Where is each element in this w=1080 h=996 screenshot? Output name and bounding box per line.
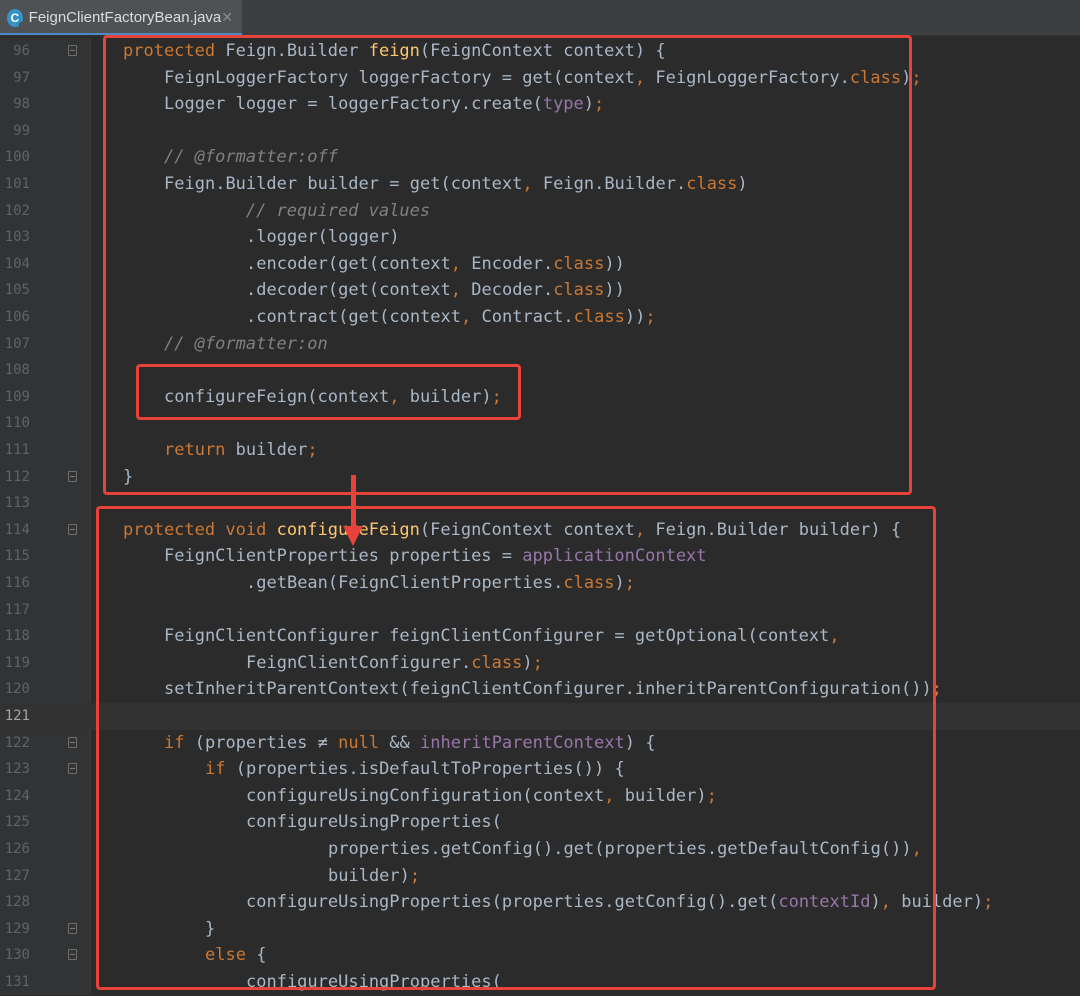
java-class-icon: C	[7, 8, 26, 29]
line-number: 131	[4, 974, 30, 990]
line-number: 101	[4, 176, 30, 192]
line-number: 108	[4, 362, 30, 379]
feign-method-highlight	[103, 35, 912, 495]
line-number: 104	[4, 255, 30, 272]
fold-marker-icon[interactable]	[68, 45, 77, 56]
line-number: 106	[4, 309, 30, 325]
configure-feign-call-highlight	[136, 364, 521, 420]
line-number: 97	[13, 69, 30, 86]
close-icon[interactable]: ✕	[221, 9, 233, 26]
arrow-head	[343, 526, 363, 546]
fold-marker-icon[interactable]	[68, 763, 77, 775]
line-number: 103	[4, 229, 30, 246]
editor-tab[interactable]: C FeignClientFactoryBean.java ✕	[0, 0, 242, 35]
line-number: 113	[4, 495, 30, 512]
line-number: 129	[4, 920, 30, 937]
fold-marker-icon[interactable]	[68, 949, 77, 961]
line-number: 130	[4, 947, 30, 964]
fold-marker-icon[interactable]	[68, 523, 77, 535]
line-number: 109	[4, 388, 30, 405]
line-number: 118	[4, 628, 30, 645]
line-number: 126	[4, 841, 30, 857]
line-number: 125	[4, 814, 30, 831]
line-number: 128	[4, 894, 30, 911]
line-number: 99	[13, 122, 30, 139]
configure-feign-method-highlight	[96, 506, 936, 990]
call-to-definition-arrow	[351, 475, 356, 530]
line-number: 122	[4, 734, 30, 751]
line-number: 124	[4, 787, 30, 804]
fold-marker-icon[interactable]	[68, 922, 77, 934]
fold-marker-icon[interactable]	[68, 736, 77, 748]
line-number: 117	[4, 601, 30, 618]
line-number: 98	[13, 96, 30, 113]
line-number: 119	[4, 654, 30, 671]
line-number: 111	[4, 442, 30, 458]
line-number: 112	[4, 468, 30, 485]
line-number: 114	[4, 521, 30, 538]
line-number: 107	[4, 335, 30, 352]
line-number: 120	[4, 681, 30, 698]
line-number: 116	[4, 575, 30, 591]
line-number: 100	[4, 149, 30, 166]
line-number: 121	[4, 708, 30, 724]
line-number: 110	[4, 415, 30, 432]
fold-marker-icon[interactable]	[68, 470, 77, 482]
line-number: 105	[4, 282, 30, 299]
line-number: 102	[4, 202, 30, 219]
line-number: 123	[4, 761, 30, 778]
code-editor[interactable]: 96 protected Feign.Builder feign(FeignCon…	[0, 35, 1080, 995]
line-number: 127	[4, 867, 30, 884]
line-number: 115	[4, 548, 30, 565]
tab-filename: FeignClientFactoryBean.java	[28, 9, 222, 26]
line-number: 96	[13, 43, 30, 59]
editor-tab-bar: C FeignClientFactoryBean.java ✕	[0, 0, 1080, 36]
